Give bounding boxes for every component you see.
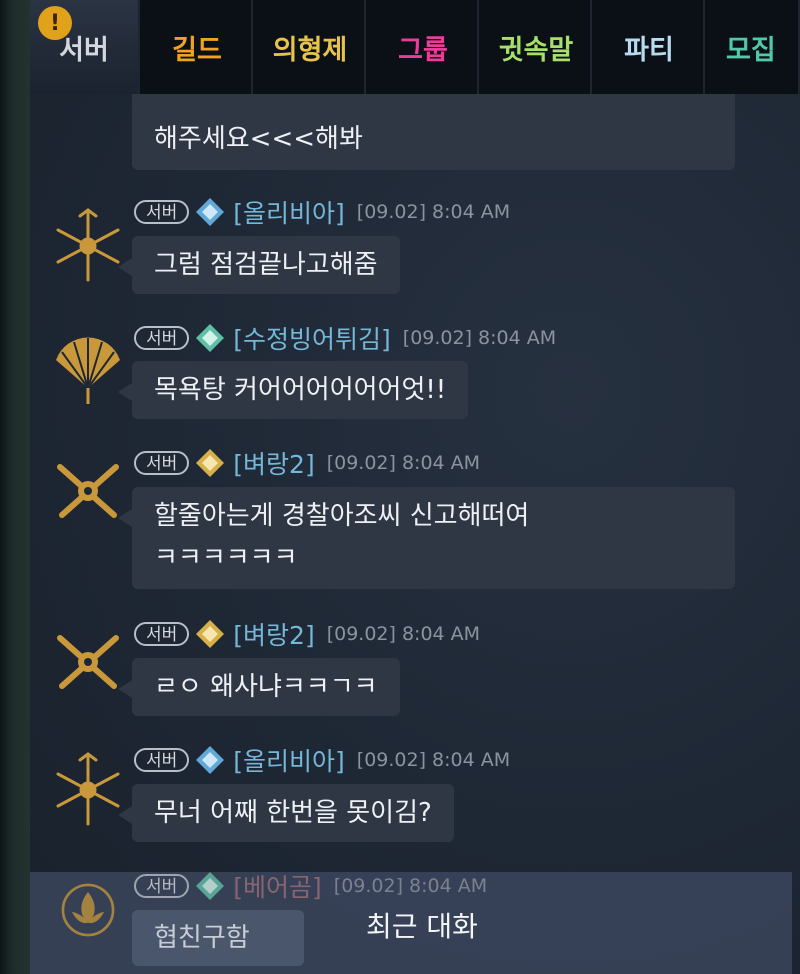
background-edge xyxy=(0,0,30,974)
timestamp: [09.02] 8:04 AM xyxy=(356,749,511,771)
message-bubble: 그럼 점검끝나고해줌 xyxy=(118,236,400,294)
tab-whisper[interactable]: 귓속말 xyxy=(482,0,592,94)
gold-diamond-icon xyxy=(196,620,225,648)
tab-label: 그룹 xyxy=(398,34,448,66)
message-header: 서버 [베어곰] [09.02] 8:04 AM xyxy=(134,870,487,902)
sender-name[interactable]: [수정빙어튀김] xyxy=(233,320,391,356)
message-header: 서버 [벼랑2] [09.02] 8:04 AM xyxy=(134,618,480,650)
channel-chip: 서버 xyxy=(134,874,190,898)
tab-label: 의형제 xyxy=(272,34,348,66)
message-bubble: ㄹㅇ 왜사냐ㅋㅋㄱㅋ xyxy=(118,658,400,716)
gold-blades-emblem-icon[interactable] xyxy=(50,752,126,828)
message-bubble: 할줄아는게 경찰아조씨 신고해떠여 ㅋㅋㅋㅋㅋㅋ xyxy=(118,487,735,589)
sender-name[interactable]: [올리비아] xyxy=(233,194,345,230)
message-header: 서버 [올리비아] [09.02] 8:04 AM xyxy=(134,196,510,228)
timestamp: [09.02] 8:04 AM xyxy=(402,327,557,349)
message-header: 서버 [벼랑2] [09.02] 8:04 AM xyxy=(134,447,480,479)
gold-fan-emblem-icon[interactable] xyxy=(50,330,126,406)
tab-guild[interactable]: 길드 xyxy=(143,0,253,94)
channel-chip: 서버 xyxy=(134,326,190,350)
tab-label: 모집 xyxy=(726,34,776,66)
timestamp: [09.02] 8:04 AM xyxy=(356,201,511,223)
sender-name[interactable]: [벼랑2] xyxy=(233,616,314,652)
message-bubble: 해주세요<<<해봐 xyxy=(132,94,735,170)
alert-badge[interactable]: ! xyxy=(38,6,72,40)
recent-conversation-label[interactable]: 최근 대화 xyxy=(366,905,478,945)
teal-crystal-icon xyxy=(196,872,225,900)
gold-blades-emblem-icon[interactable] xyxy=(50,208,126,284)
message-text: 목욕탕 커어어어어어어엇!! xyxy=(154,375,447,405)
channel-chip: 서버 xyxy=(134,622,190,646)
tab-label: 길드 xyxy=(172,34,222,66)
sender-name[interactable]: [올리비아] xyxy=(233,742,345,778)
tab-label: 귓속말 xyxy=(498,34,574,66)
channel-chip: 서버 xyxy=(134,200,190,224)
sender-name[interactable]: [베어곰] xyxy=(233,868,322,904)
gold-lotus-emblem-icon[interactable] xyxy=(54,876,122,944)
gold-diamond-icon xyxy=(196,449,225,477)
chat-tab-bar: 서버 길드 의형제 그룹 귓속말 파티 모집 xyxy=(30,0,800,94)
blue-crystal-icon xyxy=(196,746,225,774)
gold-crossed-guns-emblem-icon[interactable] xyxy=(50,455,126,531)
message-text: 할줄아는게 경찰아조씨 신고해떠여 xyxy=(154,501,530,531)
teal-crystal-icon xyxy=(196,324,225,352)
timestamp: [09.02] 8:04 AM xyxy=(333,875,488,897)
message-header: 서버 [올리비아] [09.02] 8:04 AM xyxy=(134,744,510,776)
message-header: 서버 [수정빙어튀김] [09.02] 8:04 AM xyxy=(134,322,556,354)
tab-brotherhood[interactable]: 의형제 xyxy=(256,0,366,94)
message-text: ㄹㅇ 왜사냐ㅋㅋㄱㅋ xyxy=(154,672,378,702)
message-bubble: 목욕탕 커어어어어어어엇!! xyxy=(117,361,469,419)
sender-name[interactable]: [벼랑2] xyxy=(233,445,314,481)
gold-crossed-guns-emblem-icon[interactable] xyxy=(50,626,126,702)
tab-party[interactable]: 파티 xyxy=(595,0,705,94)
message-bubble: 무너 어째 한번을 못이김? xyxy=(118,784,454,842)
channel-chip: 서버 xyxy=(134,451,190,475)
blue-crystal-icon xyxy=(196,198,225,226)
message-text: 무너 어째 한번을 못이김? xyxy=(154,798,432,828)
message-text: 그럼 점검끝나고해줌 xyxy=(154,250,378,280)
message-bubble: 협친구함 xyxy=(132,910,304,966)
tab-label: 파티 xyxy=(624,34,674,66)
timestamp: [09.02] 8:04 AM xyxy=(326,623,481,645)
timestamp: [09.02] 8:04 AM xyxy=(326,452,481,474)
message-text: ㅋㅋㅋㅋㅋㅋ xyxy=(154,543,298,573)
channel-chip: 서버 xyxy=(134,748,190,772)
tab-group[interactable]: 그룹 xyxy=(369,0,479,94)
message-text: 협친구함 xyxy=(154,923,250,953)
tab-recruit[interactable]: 모집 xyxy=(708,0,800,94)
message-text: 해주세요<<<해봐 xyxy=(154,124,363,154)
